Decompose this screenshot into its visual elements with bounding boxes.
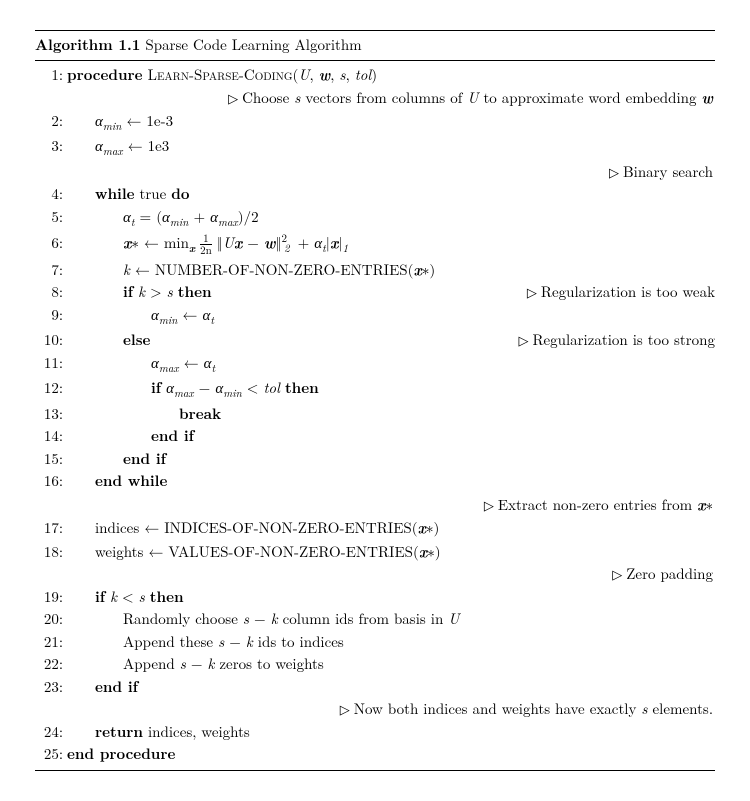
algorithm-block: Algorithm 1.1 Sparse Code Learning Algor… bbox=[35, 30, 715, 771]
lineno: 1: bbox=[35, 64, 67, 87]
line-10: 10: else Regularization is too strong bbox=[35, 329, 715, 352]
code: return indices, weights bbox=[67, 721, 715, 744]
comment-text: Regularization is too weak bbox=[527, 281, 715, 304]
lineno: 3: bbox=[35, 135, 67, 158]
line-15: 15: end if bbox=[35, 448, 715, 471]
comment-text: Zero padding bbox=[612, 563, 713, 586]
lineno: 14: bbox=[35, 425, 67, 448]
lineno: 20: bbox=[35, 608, 67, 631]
line-19: 19: if k < s then bbox=[35, 586, 715, 609]
lineno: 17: bbox=[35, 517, 67, 540]
line-21: 21: Append these s − k ids to indices bbox=[35, 631, 715, 654]
lineno: 8: bbox=[35, 281, 67, 304]
code: end if bbox=[67, 425, 715, 448]
line-3: 3: αmax ← 1e3 bbox=[35, 135, 715, 161]
comment-1: Choose s vectors from columns of U to ap… bbox=[35, 86, 715, 110]
line-2: 2: αmin ← 1e-3 bbox=[35, 110, 715, 136]
line-18: 18: weights ← VALUES-OF-NON-ZERO-ENTRIES… bbox=[35, 540, 715, 564]
line-23: 23: end if bbox=[35, 676, 715, 699]
code: x∗ ← minx 12n ‖Ux − w‖22 + αt|x|1 bbox=[67, 231, 715, 258]
code: αmax ← αt bbox=[67, 352, 715, 378]
code: if k < s then bbox=[67, 586, 715, 609]
code: k ← NUMBER-OF-NON-ZERO-ENTRIES(x∗) bbox=[67, 258, 715, 282]
comment-3: Binary search bbox=[35, 161, 715, 184]
algorithm-title: Algorithm 1.1 Sparse Code Learning Algor… bbox=[35, 31, 715, 61]
line-6: 6: x∗ ← minx 12n ‖Ux − w‖22 + αt|x|1 bbox=[35, 231, 715, 258]
code: weights ← VALUES-OF-NON-ZERO-ENTRIES(x∗) bbox=[67, 540, 715, 564]
line-13: 13: break bbox=[35, 403, 715, 426]
lineno: 9: bbox=[35, 304, 67, 327]
line-12: 12: if αmax − αmin < tol then bbox=[35, 377, 715, 403]
lineno: 24: bbox=[35, 721, 67, 744]
code: end if bbox=[67, 448, 715, 471]
comment-text: Binary search bbox=[609, 161, 713, 184]
lineno: 19: bbox=[35, 586, 67, 609]
lineno: 5: bbox=[35, 206, 67, 229]
lineno: 7: bbox=[35, 259, 67, 282]
code: while true do bbox=[67, 183, 715, 206]
algo-number: Algorithm 1.1 bbox=[35, 34, 140, 55]
lineno: 12: bbox=[35, 377, 67, 400]
code: Append s − k zeros to weights bbox=[67, 653, 715, 676]
code: end if bbox=[67, 676, 715, 699]
code: αt = (αmin + αmax)/2 bbox=[67, 206, 715, 232]
line-1: 1: procedure Learn-Sparse-Coding(U, w, s… bbox=[35, 63, 715, 87]
lineno: 25: bbox=[35, 743, 67, 766]
line-22: 22: Append s − k zeros to weights bbox=[35, 653, 715, 676]
line-11: 11: αmax ← αt bbox=[35, 352, 715, 378]
line-5: 5: αt = (αmin + αmax)/2 bbox=[35, 206, 715, 232]
code: else bbox=[67, 329, 518, 352]
comment-text: Regularization is too strong bbox=[518, 329, 715, 352]
line-20: 20: Randomly choose s − k column ids fro… bbox=[35, 608, 715, 631]
lineno: 2: bbox=[35, 110, 67, 133]
lineno: 4: bbox=[35, 183, 67, 206]
code: end while bbox=[67, 470, 715, 493]
code: procedure Learn-Sparse-Coding(U, w, s, t… bbox=[67, 63, 715, 87]
code: αmin ← 1e-3 bbox=[67, 110, 715, 136]
lineno: 23: bbox=[35, 676, 67, 699]
lineno: 18: bbox=[35, 541, 67, 564]
lineno: 21: bbox=[35, 631, 67, 654]
code: if k > s then bbox=[67, 281, 527, 304]
comment-text: Extract non-zero entries from x∗ bbox=[484, 493, 713, 517]
code: if αmax − αmin < tol then bbox=[67, 377, 715, 403]
algorithm-body: 1: procedure Learn-Sparse-Coding(U, w, s… bbox=[35, 61, 715, 770]
line-14: 14: end if bbox=[35, 425, 715, 448]
lineno: 16: bbox=[35, 470, 67, 493]
proc-args: (U, w, s, tol) bbox=[293, 64, 378, 85]
line-7: 7: k ← NUMBER-OF-NON-ZERO-ENTRIES(x∗) bbox=[35, 258, 715, 282]
lineno: 10: bbox=[35, 329, 67, 352]
line-24: 24: return indices, weights bbox=[35, 721, 715, 744]
line-8: 8: if k > s then Regularization is too w… bbox=[35, 281, 715, 304]
comment-16: Extract non-zero entries from x∗ bbox=[35, 493, 715, 517]
lineno: 11: bbox=[35, 352, 67, 375]
code: Randomly choose s − k column ids from ba… bbox=[67, 608, 715, 631]
code: αmin ← αt bbox=[67, 304, 715, 330]
kw-procedure: procedure bbox=[67, 64, 143, 85]
code: end procedure bbox=[67, 743, 715, 766]
line-4: 4: while true do bbox=[35, 183, 715, 206]
comment-23: Now both indices and weights have exactl… bbox=[35, 698, 715, 721]
line-25: 25: end procedure bbox=[35, 743, 715, 766]
lineno: 13: bbox=[35, 403, 67, 426]
comment-text: Now both indices and weights have exactl… bbox=[340, 698, 713, 721]
lineno: 22: bbox=[35, 653, 67, 676]
code: break bbox=[67, 403, 715, 426]
proc-name: Learn-Sparse-Coding bbox=[148, 64, 293, 85]
line-16: 16: end while bbox=[35, 470, 715, 493]
comment-text: Choose s vectors from columns of U to ap… bbox=[228, 86, 713, 110]
code: indices ← INDICES-OF-NON-ZERO-ENTRIES(x∗… bbox=[67, 516, 715, 540]
code: Append these s − k ids to indices bbox=[67, 631, 715, 654]
line-17: 17: indices ← INDICES-OF-NON-ZERO-ENTRIE… bbox=[35, 516, 715, 540]
lineno: 15: bbox=[35, 448, 67, 471]
line-9: 9: αmin ← αt bbox=[35, 304, 715, 330]
comment-18: Zero padding bbox=[35, 563, 715, 586]
code: αmax ← 1e3 bbox=[67, 135, 715, 161]
algo-name: Sparse Code Learning Algorithm bbox=[145, 34, 361, 55]
lineno: 6: bbox=[35, 232, 67, 255]
